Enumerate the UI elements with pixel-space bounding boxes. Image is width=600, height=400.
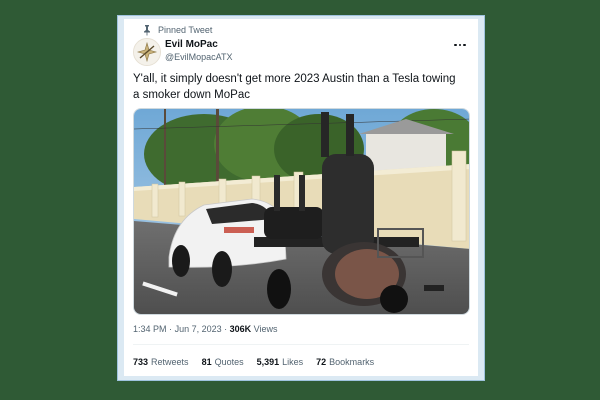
tweet-time[interactable]: 1:34 PM (133, 324, 167, 334)
views-count: 306K (229, 324, 252, 334)
retweets-stat[interactable]: 733 Retweets (133, 357, 189, 367)
tweet-text: Y'all, it simply doesn't get more 2023 A… (133, 73, 456, 101)
stat-count: 733 (133, 357, 149, 367)
meta-separator: · (224, 324, 228, 334)
stat-label: Bookmarks (329, 357, 375, 367)
stat-label: Retweets (151, 357, 189, 367)
likes-stat[interactable]: 5,391 Likes (257, 357, 304, 367)
pinned-indicator: Pinned Tweet (142, 23, 212, 37)
tweet-card: Pinned Tweet Evil MoPac @EvilMopacATX Y'… (124, 19, 478, 376)
tweet-photo[interactable] (133, 108, 470, 315)
bookmarks-stat[interactable]: 72 Bookmarks (316, 357, 374, 367)
engagement-stats: 733 Retweets 81 Quotes 5,391 Likes 72 Bookma… (133, 357, 374, 367)
avatar[interactable] (133, 38, 161, 66)
author-name[interactable]: Evil MoPac (165, 39, 218, 50)
stat-label: Quotes (214, 357, 244, 367)
stat-label: Likes (282, 357, 304, 367)
author-handle[interactable]: @EvilMopacATX (165, 52, 233, 62)
tweet-date[interactable]: Jun 7, 2023 (175, 324, 222, 334)
more-options-icon[interactable] (452, 39, 468, 51)
divider (133, 344, 469, 345)
stat-count: 5,391 (256, 357, 280, 367)
views-label: Views (253, 324, 278, 334)
stat-count: 81 (201, 357, 212, 367)
quotes-stat[interactable]: 81 Quotes (202, 357, 244, 367)
stat-count: 72 (316, 357, 327, 367)
pin-icon (144, 25, 150, 36)
avatar-logo-icon (134, 39, 160, 65)
tweet-meta: 1:34 PM · Jun 7, 2023 · 306K Views (133, 324, 278, 334)
pinned-label: Pinned Tweet (158, 25, 213, 35)
photo-tesla-towing-smoker (134, 109, 469, 314)
meta-separator: · (169, 324, 173, 334)
